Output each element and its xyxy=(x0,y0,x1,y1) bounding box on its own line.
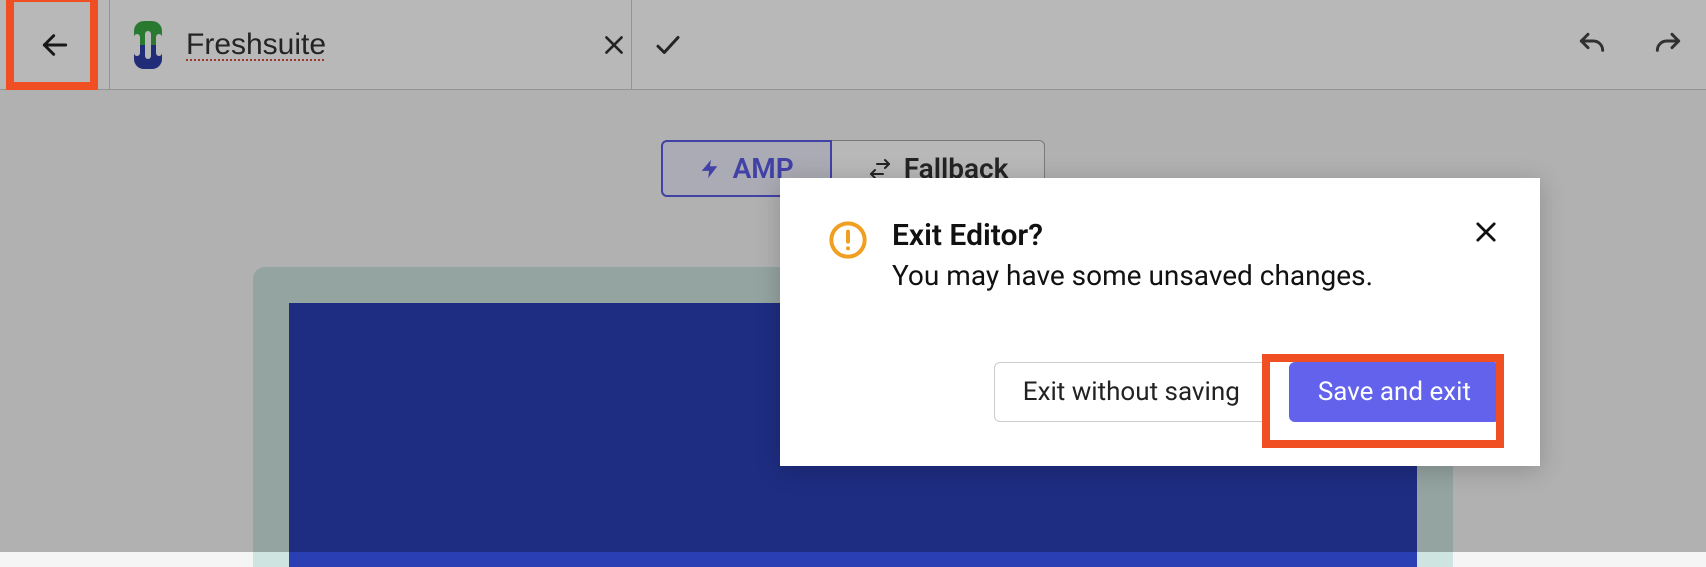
modal-footer: Exit without saving Save and exit xyxy=(828,362,1500,422)
modal-title: Exit Editor? xyxy=(892,218,1448,253)
warning-icon xyxy=(828,220,868,264)
modal-text: Exit Editor? You may have some unsaved c… xyxy=(892,218,1448,292)
exit-without-saving-button[interactable]: Exit without saving xyxy=(994,362,1269,422)
modal-header: Exit Editor? You may have some unsaved c… xyxy=(828,218,1500,292)
exit-editor-modal: Exit Editor? You may have some unsaved c… xyxy=(780,178,1540,466)
modal-close-button[interactable] xyxy=(1472,218,1500,250)
save-and-exit-button[interactable]: Save and exit xyxy=(1289,362,1500,422)
modal-body: You may have some unsaved changes. xyxy=(892,259,1448,292)
close-icon xyxy=(1472,218,1500,246)
